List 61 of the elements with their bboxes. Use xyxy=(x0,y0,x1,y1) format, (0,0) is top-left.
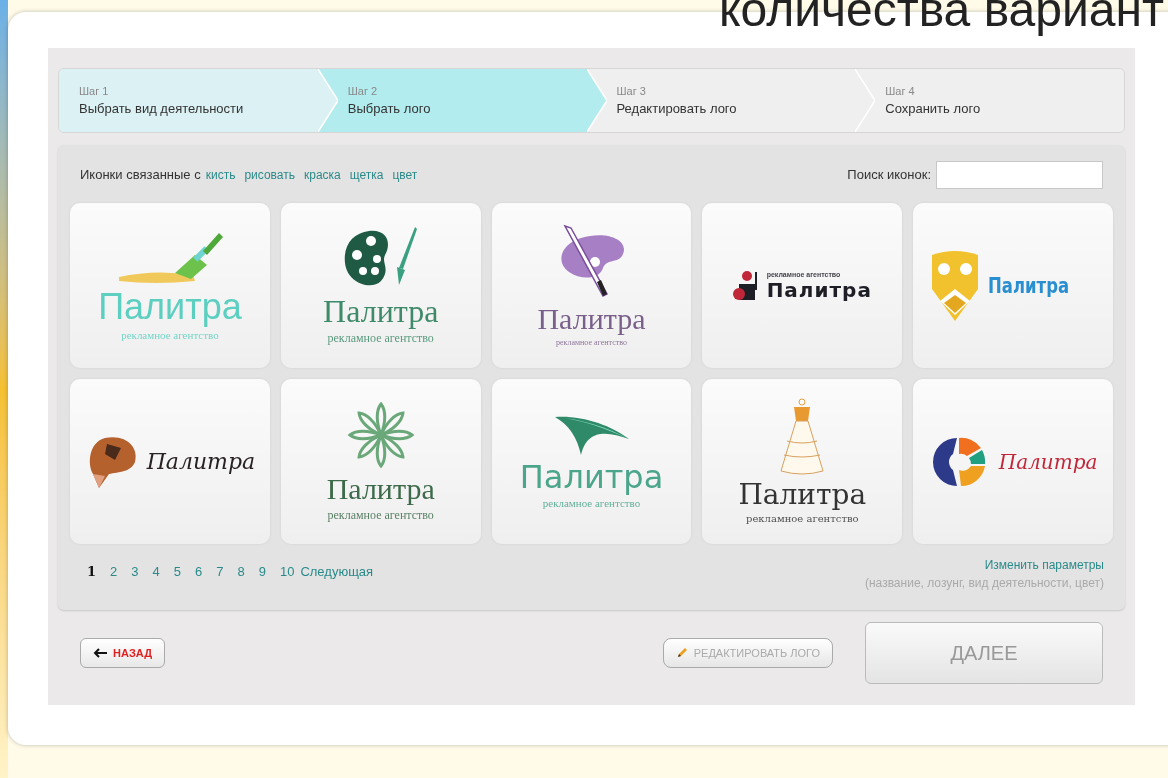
step-number: Шаг 3 xyxy=(616,83,647,99)
logo-option-card[interactable]: Палитра рекламное агентство xyxy=(280,379,481,544)
search-field[interactable] xyxy=(936,161,1103,189)
page-link[interactable]: 9 xyxy=(258,562,266,582)
page-link[interactable]: 2 xyxy=(110,562,118,582)
logo-tagline: рекламное агентство xyxy=(542,496,641,511)
tag-link[interactable]: цвет xyxy=(392,166,418,184)
logo-name: Палитра xyxy=(146,450,256,473)
page-link[interactable]: 7 xyxy=(216,562,224,582)
related-label: Иконки связанные с xyxy=(80,166,201,185)
logo-option-card[interactable]: Палитра xyxy=(70,379,270,544)
tag-link[interactable]: щетка xyxy=(349,166,384,184)
logo-name: Палитра xyxy=(323,295,439,327)
logo-name: Палитра xyxy=(519,460,664,493)
logo-tagline: рекламное агентство xyxy=(556,337,627,348)
tag-link[interactable]: кисть xyxy=(205,166,236,184)
shield-icon xyxy=(930,248,980,323)
tag-link[interactable]: краска xyxy=(304,166,341,184)
search-label: Поиск иконок: xyxy=(847,166,931,185)
step-label: Редактировать лого xyxy=(616,100,738,118)
logo-tagline: рекламное агентство xyxy=(327,508,434,523)
logo-name: Палитра xyxy=(998,451,1098,472)
logo-option-card[interactable]: Палитра рекламное агентство xyxy=(280,203,481,368)
back-button[interactable]: НАЗАД xyxy=(80,638,165,668)
step-label: Выбрать вид деятельности xyxy=(79,100,245,118)
logo-name: Палитра xyxy=(988,274,1070,297)
flower-icon xyxy=(345,400,416,470)
logo-name: Палитра xyxy=(98,288,242,325)
logo-tagline: рекламное агентство xyxy=(327,331,434,346)
page-link[interactable]: 6 xyxy=(195,562,203,582)
logo-option-card[interactable]: Палитра рекламное агентство xyxy=(491,379,692,544)
step-label: Сохранить лого xyxy=(885,100,982,118)
logo-name: Палитра xyxy=(738,481,867,510)
step-number: Шаг 1 xyxy=(79,83,110,99)
logo-option-card[interactable]: Палитра рекламное агентство xyxy=(70,203,270,368)
logo-name: Палитра xyxy=(766,279,872,300)
tag-link[interactable]: рисовать xyxy=(244,166,295,184)
logo-option-card[interactable]: Палитра xyxy=(913,203,1113,368)
change-params-hint: (название, лозунг, вид деятельности, цвет) xyxy=(864,575,1104,592)
page-link[interactable]: 5 xyxy=(173,562,181,582)
page-link[interactable]: 4 xyxy=(152,562,160,582)
next-page-link[interactable]: Следующая xyxy=(300,562,374,582)
logo-name: Палитра xyxy=(537,303,646,334)
logo-name: Палитра xyxy=(326,474,435,504)
page-link[interactable]: 1 xyxy=(87,562,97,582)
logo-tagline: рекламное агентство xyxy=(746,513,859,526)
logo-option-card[interactable]: Палитра xyxy=(913,379,1113,544)
page-link[interactable]: 8 xyxy=(237,562,245,582)
logo-option-card[interactable]: Палитра рекламное агентство xyxy=(491,203,692,368)
page-link[interactable]: 3 xyxy=(131,562,139,582)
pencil-icon xyxy=(675,647,688,659)
arrow-left-icon xyxy=(93,648,107,658)
step-number: Шаг 2 xyxy=(347,83,379,99)
page-link[interactable]: 10 xyxy=(279,562,295,582)
logo-option-card[interactable]: Палитра рекламное агентство xyxy=(702,379,903,544)
slide-heading: количества вариант xyxy=(718,0,1164,34)
step-label: Выбрать лого xyxy=(347,100,432,118)
figure-icon xyxy=(732,269,759,302)
logo-tagline: рекламное агентство xyxy=(121,328,219,343)
step-number: Шаг 4 xyxy=(885,83,916,99)
change-params-link[interactable]: Изменить параметры xyxy=(984,556,1104,574)
